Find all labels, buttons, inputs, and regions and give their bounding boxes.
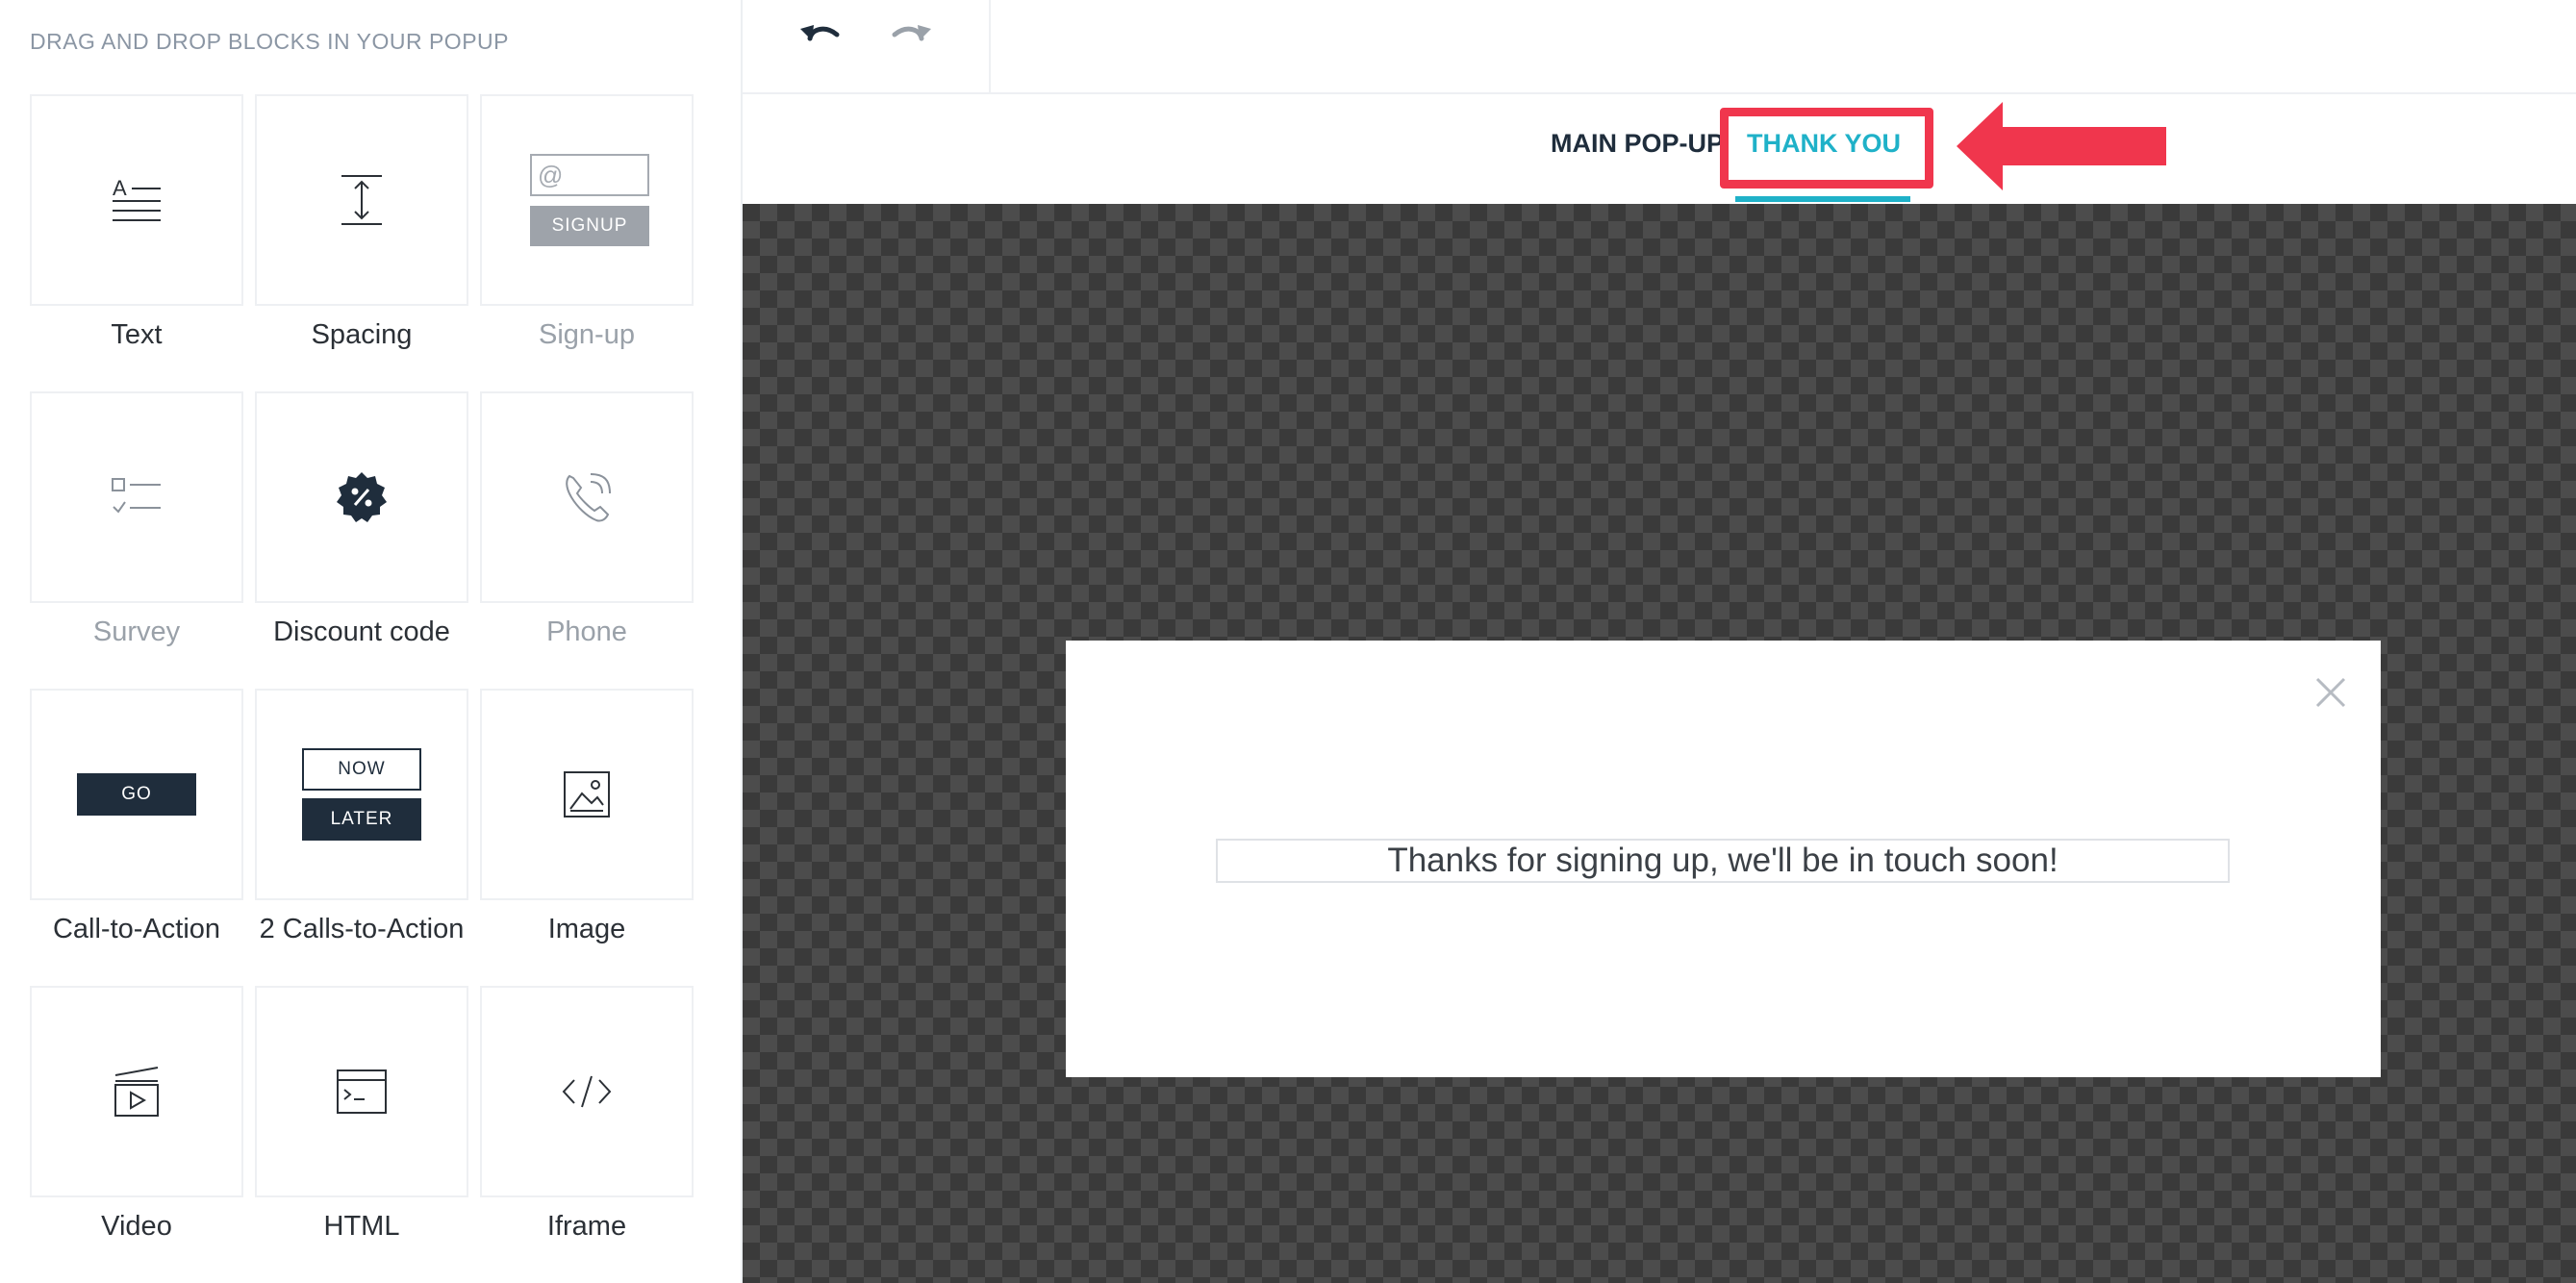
undo-icon: [796, 17, 843, 51]
popup-close-button[interactable]: [2310, 671, 2352, 714]
now-preview-button: NOW: [302, 748, 421, 791]
block-tile[interactable]: [480, 391, 694, 603]
later-preview-button: LATER: [302, 798, 421, 841]
signup-preview-input: @: [530, 154, 649, 196]
redo-icon: [889, 17, 935, 51]
image-icon: [482, 691, 692, 898]
survey-icon: [32, 393, 241, 601]
editor-toolbar: [743, 0, 2576, 94]
block-tile[interactable]: [480, 986, 694, 1197]
block-signup[interactable]: @ SIGNUP Sign-up: [480, 94, 694, 392]
popup-step-tabs: MAIN POP-UP THANK YOU: [743, 96, 2576, 204]
block-label: Sign-up: [539, 319, 635, 350]
block-tile[interactable]: [255, 94, 468, 306]
html-icon: [257, 988, 467, 1195]
block-tile[interactable]: NOW LATER: [255, 689, 468, 900]
phone-icon: [482, 393, 692, 601]
block-tile[interactable]: @ SIGNUP: [480, 94, 694, 306]
close-icon: [2310, 677, 2352, 717]
block-tile[interactable]: A: [30, 94, 243, 306]
active-tab-indicator: [1735, 196, 1910, 202]
block-two-calls-to-action[interactable]: NOW LATER 2 Calls-to-Action: [255, 689, 468, 987]
tab-thank-you[interactable]: THANK YOU: [1747, 129, 1901, 159]
block-survey[interactable]: Survey: [30, 391, 243, 690]
two-cta-icon: NOW LATER: [257, 691, 467, 898]
block-html[interactable]: HTML: [255, 986, 468, 1283]
svg-text:A: A: [113, 176, 127, 200]
block-tile[interactable]: [255, 391, 468, 603]
signup-icon: @ SIGNUP: [530, 154, 649, 246]
block-tile[interactable]: GO: [30, 689, 243, 900]
block-phone[interactable]: Phone: [480, 391, 694, 690]
undo-button[interactable]: [791, 13, 848, 54]
block-image[interactable]: Image: [480, 689, 694, 987]
block-spacing[interactable]: Spacing: [255, 94, 468, 392]
signup-preview-button: SIGNUP: [530, 206, 649, 246]
block-text[interactable]: A Text: [30, 94, 243, 392]
block-label: Iframe: [546, 1211, 627, 1242]
editor-canvas: Thanks for signing up, we'll be in touch…: [743, 204, 2576, 1283]
blocks-sidebar: DRAG AND DROP BLOCKS IN YOUR POPUP A Tex…: [0, 0, 743, 1283]
block-tile[interactable]: [30, 986, 243, 1197]
block-tile[interactable]: [30, 391, 243, 603]
video-icon: [32, 988, 241, 1195]
iframe-icon: [482, 988, 692, 1195]
spacing-icon: [257, 96, 467, 304]
block-discount-code[interactable]: Discount code: [255, 391, 468, 690]
discount-icon: [257, 393, 467, 601]
sidebar-heading: DRAG AND DROP BLOCKS IN YOUR POPUP: [30, 29, 509, 54]
text-icon: A: [32, 96, 241, 304]
thank-you-message[interactable]: Thanks for signing up, we'll be in touch…: [1216, 839, 2230, 883]
block-label: Image: [547, 914, 626, 944]
redo-button[interactable]: [883, 13, 941, 54]
block-call-to-action[interactable]: GO Call-to-Action: [30, 689, 243, 987]
block-iframe[interactable]: Iframe: [480, 986, 694, 1283]
history-controls: [743, 0, 991, 94]
block-video[interactable]: Video: [30, 986, 243, 1283]
cta-icon: GO: [32, 691, 241, 898]
cta-preview-button: GO: [77, 773, 196, 816]
block-tile[interactable]: [480, 689, 694, 900]
block-label: Phone: [546, 616, 627, 647]
block-tile[interactable]: [255, 986, 468, 1197]
popup-preview: Thanks for signing up, we'll be in touch…: [1066, 641, 2381, 1077]
tab-main-popup[interactable]: MAIN POP-UP: [1551, 129, 1724, 159]
